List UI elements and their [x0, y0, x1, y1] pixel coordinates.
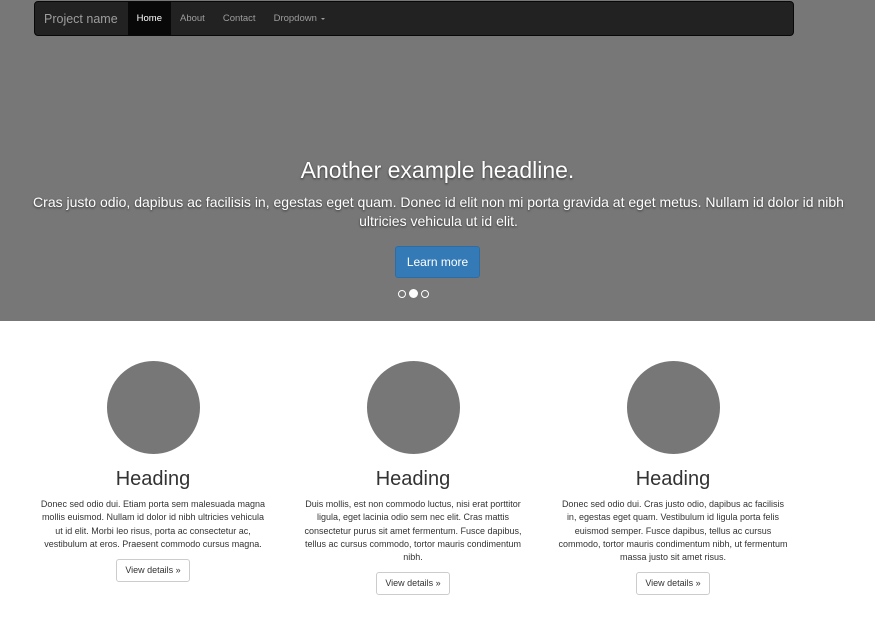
placeholder-image [366, 361, 460, 454]
placeholder-image [626, 361, 720, 454]
feature-column: Heading Donec sed odio dui. Etiam porta … [33, 361, 273, 583]
view-details-button[interactable]: View details » [636, 572, 710, 596]
feature-heading: Heading [375, 468, 451, 490]
nav-item-home[interactable]: Home [127, 2, 171, 35]
feature-text: Donec sed odio dui. Cras justo odio, dap… [558, 499, 788, 563]
view-details-button[interactable]: View details » [116, 559, 190, 583]
feature-heading: Heading [115, 468, 191, 490]
nav-item-contact[interactable]: Contact [214, 2, 265, 35]
carousel-caption: Another example headline. Cras justo odi… [0, 155, 875, 278]
navbar-brand[interactable]: Project name [35, 2, 128, 35]
carousel-indicator-2[interactable] [409, 289, 418, 298]
navbar: Project name Home About Contact Dropdown [34, 1, 794, 36]
carousel-indicator-3[interactable] [421, 289, 429, 298]
carousel-indicators [398, 289, 429, 298]
feature-column: Heading Donec sed odio dui. Cras justo o… [553, 361, 793, 596]
carousel-indicator-1[interactable] [398, 289, 406, 298]
carousel-headline: Another example headline. [300, 157, 575, 183]
feature-text: Donec sed odio dui. Etiam porta sem male… [40, 499, 266, 549]
learn-more-button[interactable]: Learn more [394, 246, 481, 278]
placeholder-image [106, 361, 200, 454]
nav-item-dropdown[interactable]: Dropdown [265, 2, 334, 35]
feature-text: Duis mollis, est non commodo luctus, nis… [304, 499, 522, 563]
feature-heading: Heading [635, 468, 711, 490]
carousel-text: Cras justo odio, dapibus ac facilisis in… [33, 194, 844, 229]
nav-item-about[interactable]: About [171, 2, 214, 35]
view-details-button[interactable]: View details » [376, 572, 450, 596]
carousel: Project name Home About Contact Dropdown… [0, 0, 875, 321]
dropdown-label: Dropdown [273, 13, 317, 24]
caret-down-icon [320, 17, 325, 20]
feature-column: Heading Duis mollis, est non commodo luc… [293, 361, 533, 596]
